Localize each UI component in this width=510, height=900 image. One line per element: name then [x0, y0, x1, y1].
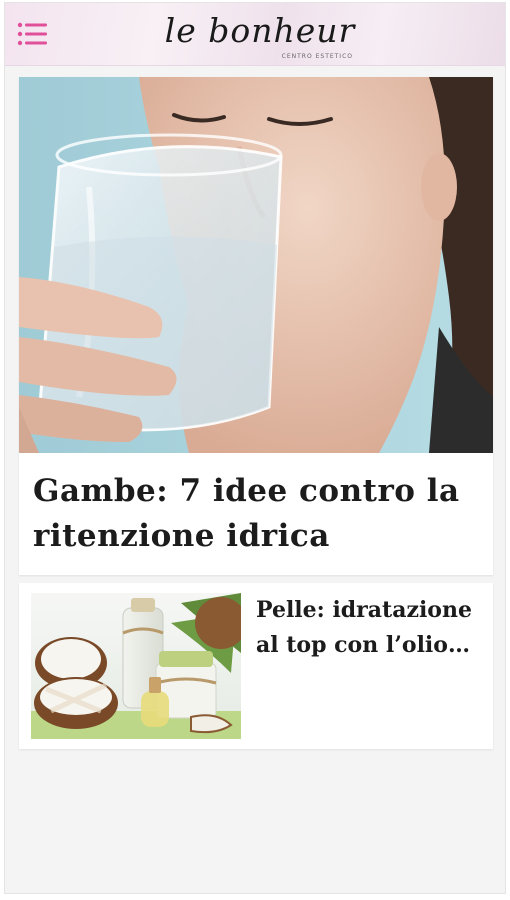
woman-drinking-water-photo — [19, 77, 493, 453]
article-card[interactable]: Pelle: idratazione al top con l’olio… — [19, 583, 493, 749]
app-screen: le bonheur CENTRO ESTETICO Gambe: 7 idee… — [4, 2, 506, 894]
article-card-featured[interactable]: Gambe: 7 idee contro la ritenzione idric… — [19, 77, 493, 575]
brand-logo[interactable]: le bonheur CENTRO ESTETICO — [155, 11, 365, 61]
logo-subtitle: CENTRO ESTETICO — [281, 53, 353, 60]
coconut-oil-photo — [31, 593, 241, 739]
article-hero-image — [19, 77, 493, 453]
menu-button[interactable] — [15, 19, 49, 49]
article-title[interactable]: Gambe: 7 idee contro la ritenzione idric… — [33, 469, 479, 559]
hamburger-menu-icon — [17, 22, 47, 46]
article-title[interactable]: Pelle: idratazione al top con l’olio… — [256, 593, 484, 663]
top-app-bar: le bonheur CENTRO ESTETICO — [5, 3, 505, 66]
article-thumbnail — [31, 593, 241, 739]
logo-text: le bonheur — [164, 11, 356, 50]
